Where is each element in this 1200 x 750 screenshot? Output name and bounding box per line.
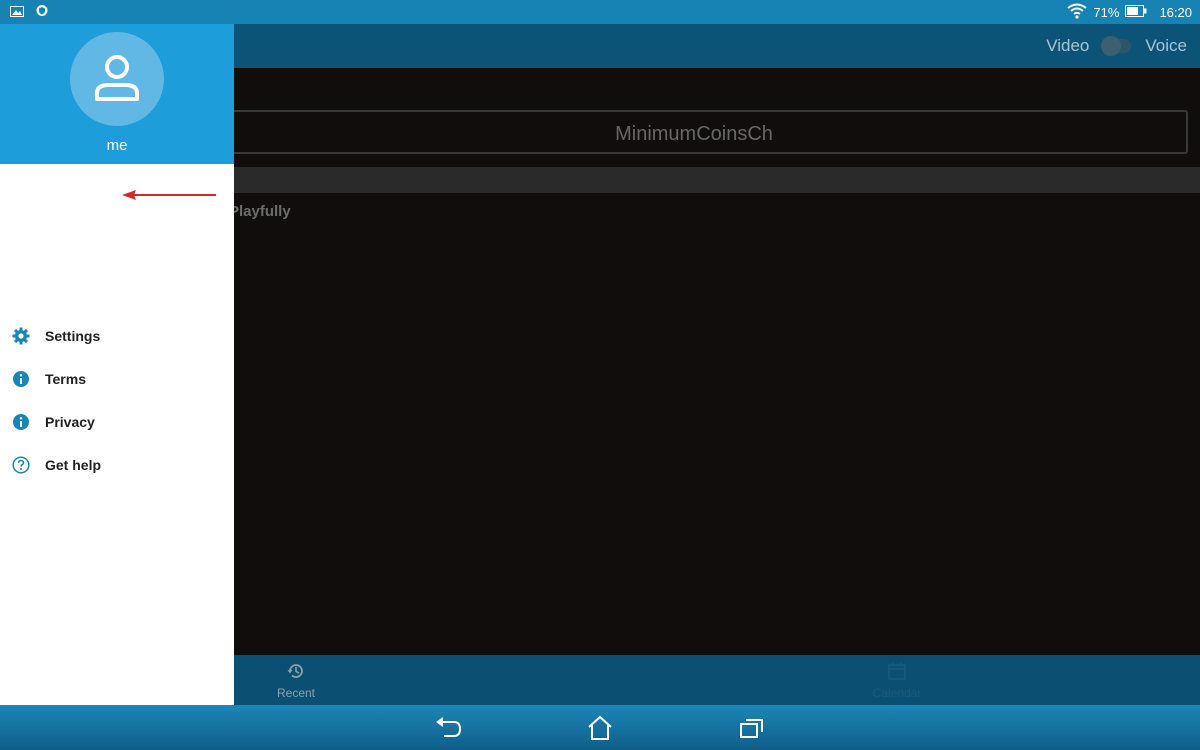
menu-item-get-help[interactable]: Get help (0, 443, 234, 486)
list-item-text[interactable]: Playfully (229, 203, 291, 220)
tab-calendar[interactable]: Calendar (862, 661, 932, 700)
person-icon (87, 49, 147, 110)
tab-recent-label: Recent (276, 686, 316, 700)
tab-recent[interactable]: Recent (268, 661, 324, 700)
image-icon (10, 4, 24, 22)
video-voice-switch[interactable] (1101, 36, 1132, 56)
video-label: Video (1046, 36, 1090, 55)
video-voice-toggle-group: Video Voice (1046, 24, 1187, 68)
annotation-arrow (122, 188, 218, 207)
name-input[interactable]: MinimumCoinsCh (200, 110, 1188, 154)
home-icon[interactable] (585, 713, 615, 743)
voice-label: Voice (1145, 36, 1187, 55)
menu-item-get-help-label: Get help (45, 456, 102, 473)
battery-icon (1125, 5, 1147, 20)
menu-item-privacy[interactable]: Privacy (0, 400, 234, 443)
battery-percent: 71% (1093, 5, 1120, 20)
menu-item-settings-label: Settings (45, 327, 101, 344)
wifi-icon (1067, 3, 1088, 22)
navigation-drawer: me Settings Terms Privacy Get help (0, 24, 234, 705)
clock: 16:20 (1159, 5, 1192, 20)
info-icon (12, 370, 30, 388)
history-icon (286, 661, 306, 684)
calendar-icon (887, 661, 907, 684)
menu-item-terms-label: Terms (45, 370, 86, 387)
drawer-header: me (0, 24, 234, 164)
menu-item-terms[interactable]: Terms (0, 357, 234, 400)
info-icon (12, 413, 30, 431)
recents-icon[interactable] (737, 713, 767, 743)
help-icon (12, 455, 30, 474)
avatar[interactable] (70, 32, 164, 126)
gear-icon (12, 327, 30, 345)
menu-item-privacy-label: Privacy (45, 413, 95, 430)
menu-item-settings[interactable]: Settings (0, 314, 234, 357)
status-bar: 71% 16:20 (0, 0, 1200, 24)
system-navigation-bar (0, 705, 1200, 750)
username: me (106, 137, 128, 154)
shield-icon (36, 4, 48, 22)
back-icon[interactable] (433, 713, 463, 743)
tab-calendar-label: Calendar (872, 686, 922, 700)
